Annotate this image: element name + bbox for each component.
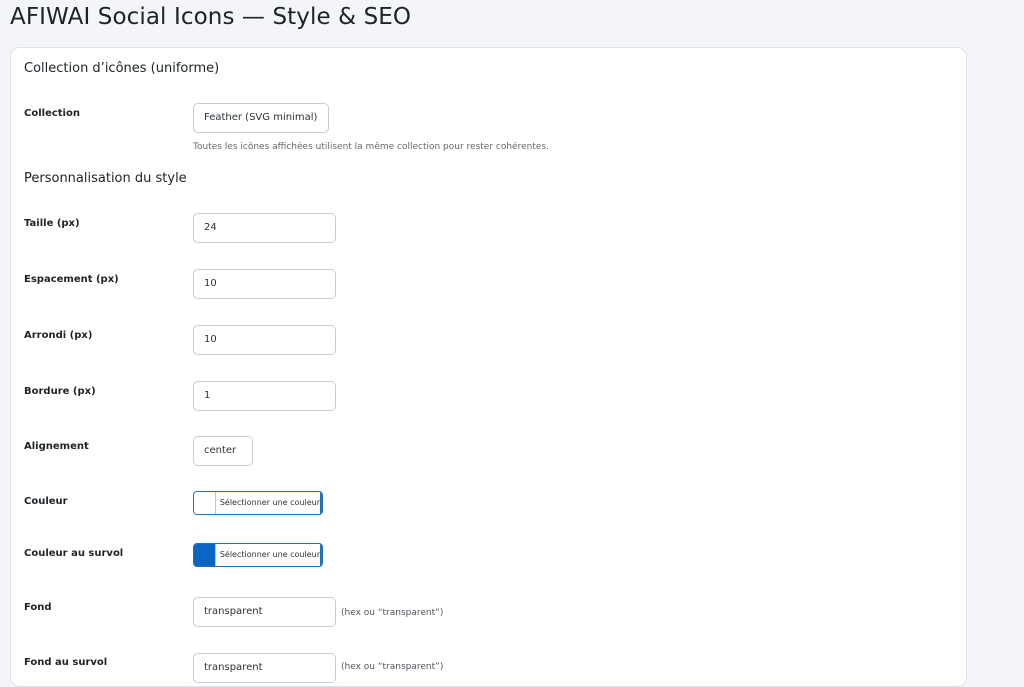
color-picker-button[interactable]: Sélectionner une couleur: [193, 491, 323, 515]
settings-card: Collection d’icônes (uniforme) Collectio…: [10, 47, 967, 687]
collection-section-title: Collection d’icônes (uniforme): [24, 61, 220, 76]
color-label: Couleur: [24, 496, 68, 507]
alignment-select[interactable]: center: [193, 436, 253, 466]
background-input[interactable]: transparent: [193, 597, 336, 627]
background-hover-input[interactable]: transparent: [193, 653, 336, 683]
background-hover-label: Fond au survol: [24, 657, 108, 668]
hover-color-label: Couleur au survol: [24, 548, 124, 559]
radius-label: Arrondi (px): [24, 330, 93, 341]
radius-input[interactable]: 10: [193, 325, 336, 355]
hover-color-picker-label: Sélectionner une couleur: [216, 544, 322, 566]
style-section-title: Personnalisation du style: [24, 171, 187, 186]
background-label: Fond: [24, 602, 52, 613]
hover-color-picker-button[interactable]: Sélectionner une couleur: [193, 543, 323, 567]
alignment-label: Alignement: [24, 441, 89, 452]
spacing-input[interactable]: 10: [193, 269, 336, 299]
size-input[interactable]: 24: [193, 213, 336, 243]
background-hover-hint: (hex ou “transparent”): [341, 662, 444, 672]
page-title: AFIWAI Social Icons — Style & SEO: [10, 4, 412, 30]
spacing-label: Espacement (px): [24, 274, 119, 285]
hover-color-swatch: [194, 544, 216, 566]
border-label: Bordure (px): [24, 386, 96, 397]
background-hint: (hex ou “transparent”): [341, 608, 444, 618]
border-input[interactable]: 1: [193, 381, 336, 411]
collection-label: Collection: [24, 108, 80, 119]
collection-description: Toutes les icônes affichées utilisent la…: [193, 142, 549, 152]
color-swatch: [194, 492, 216, 514]
color-picker-label: Sélectionner une couleur: [216, 492, 322, 514]
size-label: Taille (px): [24, 218, 80, 229]
collection-select[interactable]: Feather (SVG minimal): [193, 103, 329, 133]
